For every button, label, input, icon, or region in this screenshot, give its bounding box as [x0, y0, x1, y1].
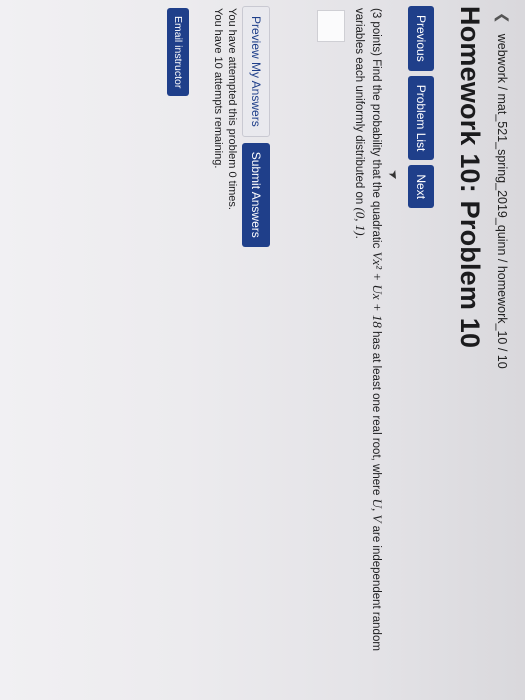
- breadcrumb: ❮ webwork / mat_521_spring_2019_quinn / …: [494, 12, 511, 369]
- problem-statement: (3 points) Find the probability that the…: [351, 8, 385, 678]
- problem-expression: Vx² + Ux + 18: [370, 251, 385, 328]
- breadcrumb-path[interactable]: webwork / mat_521_spring_2019_quinn / ho…: [496, 34, 510, 369]
- problem-end: .: [353, 235, 365, 239]
- problem-nav: Previous Problem List Next: [408, 6, 434, 209]
- answer-buttons: Preview My Answers Submit Answers: [242, 6, 270, 247]
- mouse-cursor-icon: ➤: [385, 167, 403, 183]
- next-button[interactable]: Next: [408, 165, 434, 209]
- submit-answers-button[interactable]: Submit Answers: [242, 142, 270, 247]
- previous-button[interactable]: Previous: [408, 6, 434, 71]
- problem-variables: U, V: [370, 498, 385, 523]
- chevron-left-icon[interactable]: ❮: [494, 12, 511, 24]
- attempt-status: You have attempted this problem 0 times.…: [211, 8, 239, 210]
- problem-text-mid: has at least one real root, where: [370, 327, 382, 499]
- answer-input[interactable]: [317, 10, 345, 42]
- page-title: Homework 10: Problem 10: [455, 6, 485, 349]
- problem-interval: (0, 1): [353, 207, 368, 236]
- webwork-page: ❮ webwork / mat_521_spring_2019_quinn / …: [0, 0, 525, 700]
- problem-text-prefix: (3 points) Find the probability that the…: [370, 8, 382, 252]
- remaining-text: You have 10 attempts remaining.: [212, 8, 224, 169]
- screen-photo: ❮ webwork / mat_521_spring_2019_quinn / …: [0, 0, 525, 700]
- email-row: Email instructor: [167, 8, 189, 97]
- email-instructor-button[interactable]: Email instructor: [167, 8, 189, 97]
- attempted-text: You have attempted this problem 0 times.: [226, 8, 238, 210]
- problem-list-button[interactable]: Problem List: [408, 75, 434, 161]
- preview-answers-button[interactable]: Preview My Answers: [242, 6, 270, 137]
